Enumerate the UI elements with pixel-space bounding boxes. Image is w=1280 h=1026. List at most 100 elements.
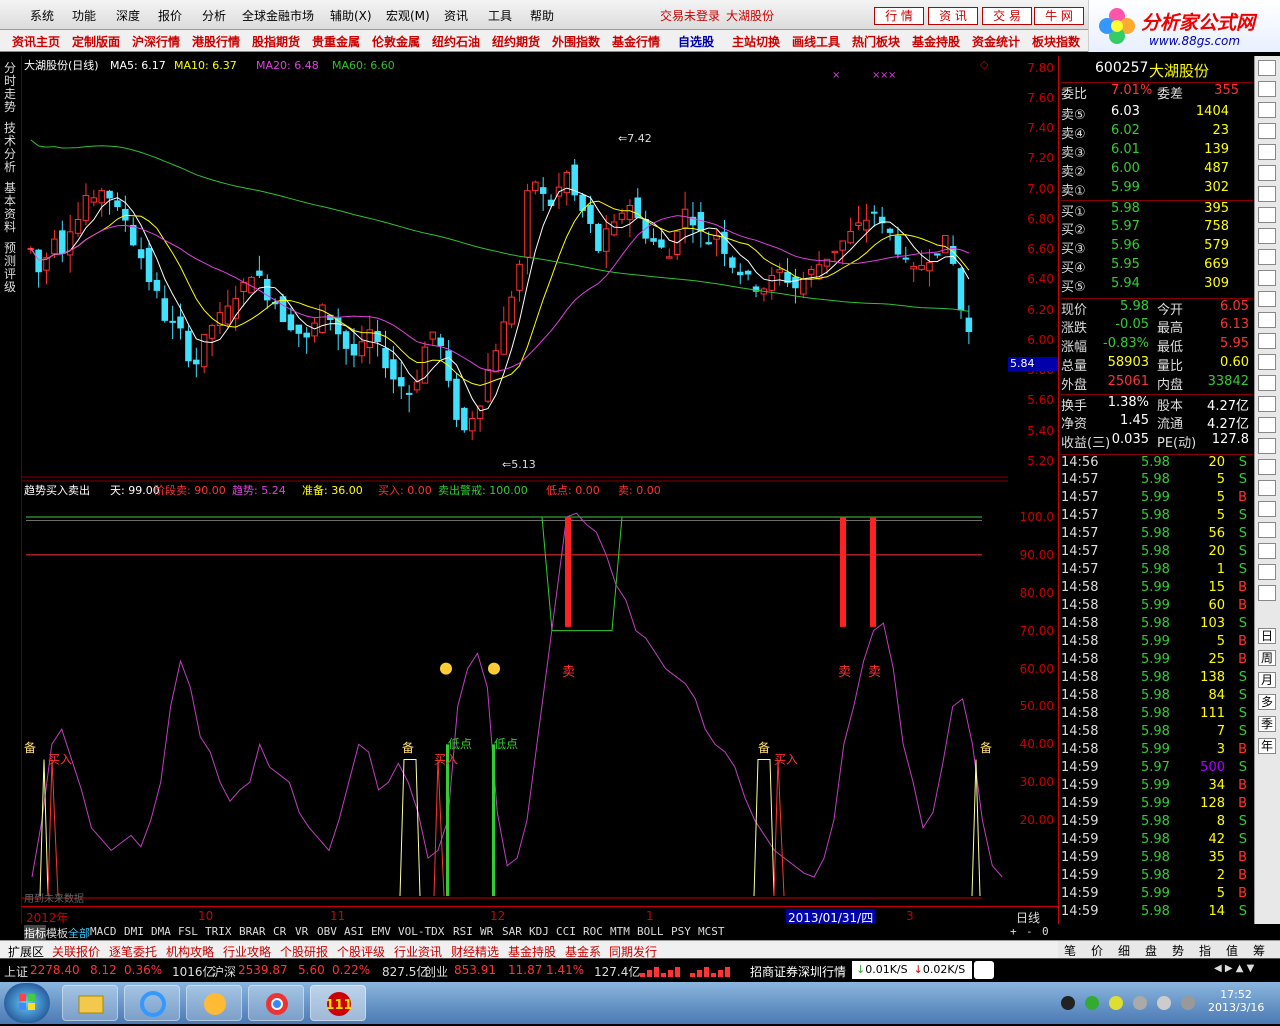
tab-control-0[interactable]: + (1010, 925, 1017, 938)
indicator-tab-8[interactable]: BRAR (239, 925, 266, 938)
indicator-tab-11[interactable]: OBV (317, 925, 337, 938)
quote-tab-1[interactable]: 价 (1091, 942, 1103, 959)
left-tab-2[interactable]: 基本资料 (4, 182, 18, 234)
indicator-tab-23[interactable]: PSY (671, 925, 691, 938)
period-tab-0[interactable]: 日 (1258, 628, 1276, 644)
rsi-icon[interactable] (1258, 312, 1276, 328)
nav-item-10[interactable]: 基金行情 (612, 33, 660, 50)
num5-icon[interactable] (1258, 522, 1276, 538)
period-tab-5[interactable]: 年 (1258, 738, 1276, 754)
menu-item-2[interactable]: 深度 (116, 7, 140, 24)
indicator-tab-12[interactable]: ASI (344, 925, 364, 938)
f9-icon[interactable] (1258, 249, 1276, 265)
period-tab-2[interactable]: 月 (1258, 672, 1276, 688)
nav-item-9[interactable]: 外围指数 (552, 33, 600, 50)
indicator-tab-9[interactable]: CR (273, 925, 286, 938)
nav-item-13[interactable]: 画线工具 (792, 33, 840, 50)
period-tab-1[interactable]: 周 (1258, 650, 1276, 666)
explorer-taskbar-button[interactable] (62, 985, 118, 1021)
menu-item-7[interactable]: 宏观(M) (386, 7, 430, 24)
quote-tab-5[interactable]: 指 (1199, 942, 1211, 959)
nav-item-6[interactable]: 伦敦金属 (372, 33, 420, 50)
ie-taskbar-button[interactable] (124, 985, 180, 1021)
num15-icon[interactable] (1258, 543, 1276, 559)
pie-icon[interactable] (1258, 291, 1276, 307)
menu-item-6[interactable]: 辅助(X) (330, 7, 372, 24)
bid-row[interactable]: 买④ 5.95 669 (1061, 257, 1253, 276)
nav-item-3[interactable]: 港股行情 (192, 33, 240, 50)
zoom-in-icon[interactable] (1258, 333, 1276, 349)
ask-row[interactable]: 卖② 6.00 487 (1061, 161, 1253, 180)
nav-item-2[interactable]: 沪深行情 (132, 33, 180, 50)
browser-icon[interactable] (974, 961, 994, 979)
indicator-tab-16[interactable]: WR (480, 925, 493, 938)
left-tab-0[interactable]: 分时走势 (4, 62, 18, 114)
nav-item-7[interactable]: 纽约石油 (432, 33, 480, 50)
indicator-tab-13[interactable]: EMV (371, 925, 391, 938)
indicator-tab-24[interactable]: MCST (698, 925, 725, 938)
bar-icon[interactable] (1258, 123, 1276, 139)
quote-tab-4[interactable]: 势 (1172, 942, 1184, 959)
up-icon[interactable] (1258, 396, 1276, 412)
move-icon[interactable] (1258, 375, 1276, 391)
scroll-arrows[interactable]: ◀ ▶ ▲ ▼ (1214, 963, 1274, 977)
nav-item-14[interactable]: 热门板块 (852, 33, 900, 50)
fiz-icon[interactable] (1258, 228, 1276, 244)
zoom-out-icon[interactable] (1258, 354, 1276, 370)
kline-chart[interactable]: 大湖股份(日线) MA5: 6.17 MA10: 6.37 MA20: 6.48 MA6… (22, 56, 1008, 478)
down-icon[interactable] (1258, 417, 1276, 433)
indicator-tab-3[interactable]: MACD (90, 925, 117, 938)
nav-item-17[interactable]: 板块指数 (1032, 33, 1080, 50)
app-taskbar-button[interactable] (186, 985, 242, 1021)
tab-control-1[interactable]: - (1026, 925, 1033, 938)
indicator-tab-18[interactable]: KDJ (529, 925, 549, 938)
menu-item-1[interactable]: 功能 (72, 7, 96, 24)
nav-item-0[interactable]: 资讯主页 (12, 33, 60, 50)
pen-icon[interactable] (1258, 438, 1276, 454)
list-icon[interactable] (1258, 81, 1276, 97)
f10-icon[interactable] (1258, 207, 1276, 223)
indicator-tab-14[interactable]: VOL-TDX (398, 925, 444, 938)
indicator-tab-0[interactable]: 指标 (24, 925, 46, 941)
nav-item-1[interactable]: 定制版面 (72, 33, 120, 50)
grid-icon[interactable] (1258, 60, 1276, 76)
indicator-tab-10[interactable]: VR (295, 925, 308, 938)
mode-button-3[interactable]: 牛 网 (1034, 7, 1084, 25)
ask-row[interactable]: 卖⑤ 6.03 1404 (1061, 104, 1253, 123)
mode-button-0[interactable]: 行 情 (874, 7, 924, 25)
nav-item-15[interactable]: 基金持股 (912, 33, 960, 50)
box-icon[interactable] (1258, 501, 1276, 517)
indicator-tab-4[interactable]: DMI (124, 925, 144, 938)
nav-item-8[interactable]: 纽约期货 (492, 33, 540, 50)
stock-app-taskbar-button[interactable]: 111 (310, 985, 366, 1021)
indicator-tab-7[interactable]: TRIX (205, 925, 232, 938)
menu-item-4[interactable]: 分析 (202, 7, 226, 24)
num30-icon[interactable] (1258, 564, 1276, 580)
indicator-tab-20[interactable]: ROC (583, 925, 603, 938)
table-icon[interactable] (1258, 165, 1276, 181)
ask-row[interactable]: 卖① 5.99 302 (1061, 180, 1253, 199)
indicator-tab-19[interactable]: CCI (556, 925, 576, 938)
menu-item-8[interactable]: 资讯 (444, 7, 468, 24)
indicator-chart[interactable]: 趋势买入卖出 天: 99.00阶段卖: 90.00 趋势: 5.24 准备: 36.0… (22, 480, 1008, 904)
indicator-tab-5[interactable]: DMA (151, 925, 171, 938)
chart-icon[interactable] (1258, 102, 1276, 118)
ask-row[interactable]: 卖③ 6.01 139 (1061, 142, 1253, 161)
indicator-tab-6[interactable]: FSL (178, 925, 198, 938)
nav-item-5[interactable]: 贵重金属 (312, 33, 360, 50)
indicator-tab-22[interactable]: BOLL (637, 925, 664, 938)
quote-tab-6[interactable]: 值 (1226, 942, 1238, 959)
bid-row[interactable]: 买③ 5.96 579 (1061, 238, 1253, 257)
menu-item-5[interactable]: 全球金融市场 (242, 7, 314, 24)
period-tab-3[interactable]: 多 (1258, 694, 1276, 710)
nav-item-16[interactable]: 资金统计 (972, 33, 1020, 50)
bid-row[interactable]: 买⑤ 5.94 309 (1061, 276, 1253, 295)
login-status[interactable]: 交易未登录 (660, 7, 720, 24)
nav-item-11[interactable]: 自选股 (678, 33, 714, 50)
info-icon[interactable] (1258, 186, 1276, 202)
fs-icon[interactable] (1258, 459, 1276, 475)
grid2-icon[interactable] (1258, 480, 1276, 496)
menu-item-0[interactable]: 系统 (30, 7, 54, 24)
nav-item-12[interactable]: 主站切换 (732, 33, 780, 50)
nav-item-4[interactable]: 股指期货 (252, 33, 300, 50)
